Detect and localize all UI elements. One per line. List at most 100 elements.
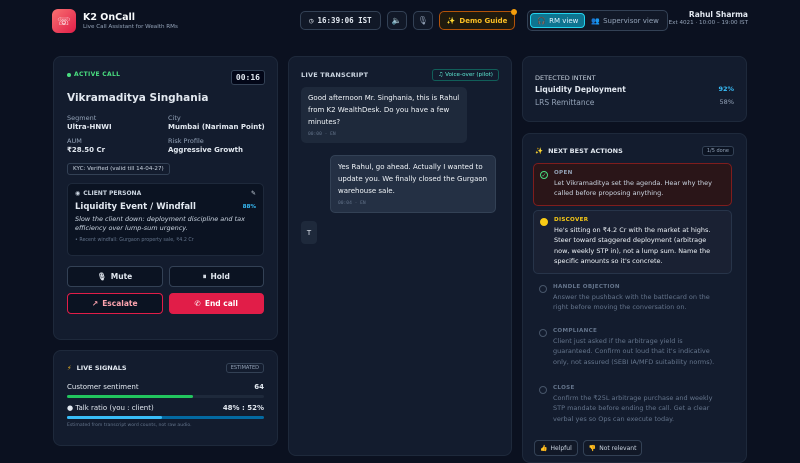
voice-over-label: Voice-over (pilot) [445, 72, 493, 78]
step-label: COMPLIANCE [553, 328, 724, 334]
headset-icon: 🎧 [537, 17, 546, 25]
active-call-card: ACTIVE CALL 00:16 Vikramaditya Singhania… [53, 56, 278, 340]
pause-icon: ⏸ [203, 272, 207, 282]
supervisor-view-label: Supervisor view [603, 17, 659, 25]
helpful-button[interactable]: 👍Helpful [534, 440, 578, 456]
talk-ratio-value: 48% : 52% [223, 404, 264, 412]
thumbs-up-icon: 👍 [540, 445, 547, 452]
circle-icon [539, 386, 547, 394]
clock-time: 16:39:06 IST [318, 16, 372, 25]
header-toolbar: ◷ 16:39:06 IST 🔈 🎙 ✨Demo Guide 🎧RM view 👥… [300, 10, 668, 31]
clock: ◷ 16:39:06 IST [300, 11, 381, 30]
brand-subtitle: Live Call Assistant for Wealth RMs [83, 24, 178, 30]
not-relevant-label: Not relevant [599, 445, 636, 452]
mute-label: Mute [111, 272, 132, 281]
rm-view-button[interactable]: 🎧RM view [530, 13, 585, 28]
persona-confidence: 88% [243, 204, 256, 210]
action-step-discover[interactable]: DISCOVER He's sitting on ₹4.2 Cr with th… [533, 210, 732, 274]
message-text: Yes Rahul, go ahead. Actually I wanted t… [338, 162, 488, 198]
step-label: DISCOVER [554, 217, 723, 223]
phone-logo-icon: ☏ [52, 9, 76, 33]
intent-value: 58% [720, 98, 734, 107]
info-icon: ● [67, 404, 73, 412]
edit-icon[interactable]: ✎ [251, 190, 256, 197]
lightning-icon: ⚡ [67, 364, 72, 372]
clock-icon: ◷ [309, 16, 314, 25]
circle-icon [539, 329, 547, 337]
demo-guide-button[interactable]: ✨Demo Guide [439, 11, 516, 30]
sentiment-label: Customer sentiment [67, 383, 139, 391]
user-info: Rahul Sharma Ext 4021 · 10:00 – 19:00 IS… [669, 10, 748, 26]
talk-ratio-bar [67, 416, 264, 419]
supervisor-view-button[interactable]: 👥Supervisor view [585, 13, 664, 28]
demo-guide-label: Demo Guide [459, 17, 507, 25]
thumbs-down-icon: 👎 [589, 445, 596, 452]
step-label: HANDLE OBJECTION [553, 284, 724, 290]
step-label: OPEN [554, 170, 723, 176]
transcript-message-client: Yes Rahul, go ahead. Actually I wanted t… [330, 155, 496, 213]
intent-row: Liquidity Deployment92% [535, 85, 734, 94]
action-step-close[interactable]: CLOSE Confirm the ₹25L arbitrage purchas… [533, 379, 732, 430]
microphone-button[interactable]: 🎙 [413, 11, 433, 30]
escalate-button[interactable]: ↗ Escalate [67, 293, 163, 314]
mute-button[interactable]: 🎙 Mute [67, 266, 163, 287]
escalate-label: Escalate [102, 299, 137, 308]
action-step-compliance[interactable]: COMPLIANCE Client just asked if the arbi… [533, 322, 732, 373]
sentiment-bar-fill [67, 395, 193, 398]
speaker-icon: 🔈 [392, 16, 402, 25]
rm-view-label: RM view [549, 17, 578, 25]
persona-note: • Recent windfall: Gurgaon property sale… [75, 238, 256, 243]
speaker-button[interactable]: 🔈 [387, 11, 407, 30]
city-label: City [168, 114, 268, 122]
message-time: 00:00 · EN [308, 132, 460, 137]
transcript-title: LIVE TRANSCRIPT [301, 71, 368, 79]
estimated-badge: ESTIMATED [226, 363, 264, 373]
end-call-button[interactable]: ✆End call [169, 293, 265, 314]
intent-row: LRS Remittance 58% [535, 98, 734, 107]
aum-value: ₹28.50 Cr [67, 146, 168, 154]
hold-button[interactable]: ⏸Hold [169, 266, 265, 287]
sparkle-icon: ✨ [535, 147, 543, 155]
message-text: Good afternoon Mr. Singhania, this is Ra… [308, 93, 460, 129]
action-step-open[interactable]: ✓ OPEN Let Vikramaditya set the agenda. … [533, 163, 732, 206]
microphone-icon: 🎙 [97, 272, 107, 281]
step-label: CLOSE [553, 385, 724, 391]
progress-badge: 1/5 done [702, 146, 734, 156]
step-text: Confirm the ₹25L arbitrage purchase and … [553, 393, 724, 424]
not-relevant-button[interactable]: 👎Not relevant [583, 440, 643, 456]
talk-ratio-bar-fill [67, 416, 162, 419]
circle-icon [539, 285, 547, 293]
risk-label: Risk Profile [168, 137, 268, 145]
message-time: 00:04 · EN [338, 201, 488, 206]
brand-title: K2 OnCall [83, 12, 178, 23]
risk-value: Aggressive Growth [168, 146, 268, 154]
intent-label: LRS Remittance [535, 98, 594, 107]
waveform-icon: ♫ [438, 72, 443, 78]
sparkle-icon: ✨ [447, 17, 456, 25]
talk-ratio-label: Talk ratio (you : client) [75, 404, 153, 412]
intent-title: DETECTED INTENT [535, 74, 734, 82]
helpful-label: Helpful [550, 445, 571, 452]
phone-off-icon: ✆ [195, 299, 201, 308]
live-dot-icon [67, 73, 71, 77]
user-circle-icon: ◉ [75, 190, 80, 197]
intent-label: Liquidity Deployment [535, 85, 626, 94]
transcript-message-rm: Good afternoon Mr. Singhania, this is Ra… [301, 87, 467, 143]
microphone-icon: 🎙 [418, 16, 428, 25]
persona-description: Slow the client down: deployment discipl… [75, 215, 256, 233]
view-toggle: 🎧RM view 👥Supervisor view [527, 10, 667, 31]
call-timer: 00:16 [231, 70, 265, 85]
next-best-actions-card: ✨NEXT BEST ACTIONS 1/5 done ✓ OPEN Let V… [522, 133, 747, 463]
kyc-badge: KYC: Verified (valid till 14-04-27) [67, 163, 170, 175]
persona-title: Liquidity Event / Windfall [75, 202, 196, 212]
voice-over-badge[interactable]: ♫ Voice-over (pilot) [432, 69, 499, 81]
call-controls-row-2: ↗ Escalate ✆End call [67, 293, 264, 314]
notification-dot [511, 9, 517, 15]
action-step-handle-objection[interactable]: HANDLE OBJECTION Answer the pushback wit… [533, 278, 732, 319]
arrow-up-right-icon: ↗ [92, 299, 98, 308]
live-signals-card: ⚡LIVE SIGNALS ESTIMATED Customer sentime… [53, 350, 278, 446]
client-name: Vikramaditya Singhania [67, 92, 264, 104]
user-name: Rahul Sharma [669, 10, 748, 19]
detected-intent-card: DETECTED INTENT Liquidity Deployment92% … [522, 56, 747, 122]
step-text: Answer the pushback with the battlecard … [553, 292, 724, 313]
